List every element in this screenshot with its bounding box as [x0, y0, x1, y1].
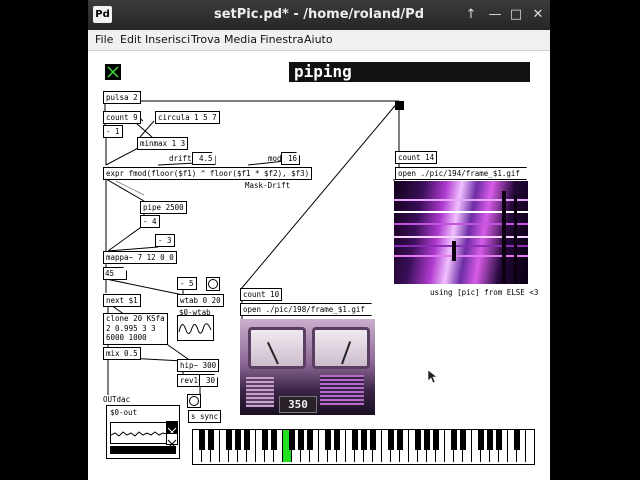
drift-label: drift [169, 154, 192, 163]
obj-hip[interactable]: hip~ 300 [177, 359, 220, 372]
obj-mappa[interactable]: mappa~ 7 12 0 0 [103, 251, 177, 264]
piano-black-key[interactable] [271, 430, 277, 450]
patch-canvas[interactable]: piping pulsa 2 count 9 circula 1 5 7 - 1… [88, 51, 550, 480]
title-bar[interactable]: Pd setPic.pd* - /home/roland/Pd ↑ — □ ✕ [88, 0, 550, 30]
mouse-cursor-icon [428, 370, 438, 384]
out-toggle-on[interactable] [166, 421, 178, 437]
obj-minmax[interactable]: minmax 1 3 [137, 137, 189, 150]
piano-black-key[interactable] [433, 430, 439, 450]
close-icon[interactable]: ✕ [530, 7, 546, 23]
piano-black-key[interactable] [424, 430, 430, 450]
pd-window: Pd setPic.pd* - /home/roland/Pd ↑ — □ ✕ … [88, 0, 550, 480]
obj-minus5[interactable]: - 5 [177, 277, 197, 290]
using-pic-comment: using [pic] from ELSE <3 [430, 288, 539, 297]
menu-inserisci[interactable]: Inserisci [145, 33, 190, 46]
piano-black-key[interactable] [487, 430, 493, 450]
x-mark-icon [107, 66, 119, 78]
piano-black-key[interactable] [199, 430, 205, 450]
menu-media[interactable]: Media [224, 33, 257, 46]
piano-black-key[interactable] [451, 430, 457, 450]
obj-pipe[interactable]: pipe 2500 [140, 201, 187, 214]
clone-line-1: clone 20 KSfa [106, 314, 165, 323]
obj-circula[interactable]: circula 1 5 7 [155, 111, 220, 124]
clone-line-3: 6000 1000 [106, 333, 147, 342]
menu-finestra[interactable]: Finestra [260, 33, 304, 46]
obj-expr[interactable]: expr fmod(floor($f1) ^ floor($f1 * $f2),… [103, 167, 313, 180]
menu-edit[interactable]: Edit [120, 33, 141, 46]
piano-black-key[interactable] [478, 430, 484, 450]
obj-wtab[interactable]: wtab 0 20 [177, 294, 224, 307]
msg-open194[interactable]: open ./pic/194/frame_$1.gif [395, 167, 527, 180]
drift-number[interactable]: 4.5 [192, 152, 216, 165]
obj-minus3[interactable]: - 3 [155, 234, 175, 247]
bang-block[interactable] [395, 101, 404, 110]
clone-line-2: 2 0.995 3 3 [106, 323, 156, 333]
menu-aiuto[interactable]: Aiuto [304, 33, 333, 46]
piano-black-key[interactable] [370, 430, 376, 450]
menu-trova[interactable]: Trova [191, 33, 220, 46]
mod-number[interactable]: 16 [281, 152, 300, 165]
piano-black-key[interactable] [298, 430, 304, 450]
mask-drift-label: Mask-Drift [245, 181, 291, 190]
meter-readout: 350 [279, 396, 317, 413]
piano-black-key[interactable] [361, 430, 367, 450]
bang-button[interactable] [206, 277, 220, 291]
rev1-number[interactable]: 30 [199, 374, 218, 387]
msg-open198[interactable]: open ./pic/198/frame_$1.gif [240, 303, 372, 316]
gauge-right [312, 327, 370, 369]
piano-black-key[interactable] [415, 430, 421, 450]
outdac-gop[interactable]: $0-out [106, 405, 180, 459]
obj-mix[interactable]: mix 0.5 [103, 347, 141, 360]
maximize-icon[interactable]: □ [508, 7, 524, 23]
obj-pulsa[interactable]: pulsa 2 [103, 91, 141, 104]
obj-count14[interactable]: count 14 [395, 151, 438, 164]
out-scope [110, 422, 168, 444]
piano-black-key[interactable] [514, 430, 520, 450]
obj-clone[interactable]: clone 20 KSfa 2 0.995 3 3 6000 1000 [103, 313, 168, 345]
mod-label: mod [268, 154, 282, 163]
sync-bang[interactable] [187, 394, 201, 408]
out-label: $0-out [110, 408, 138, 417]
obj-next[interactable]: next $1 [103, 294, 141, 307]
piano-black-key[interactable] [289, 430, 295, 450]
piano-keyboard[interactable] [192, 429, 535, 465]
toggle-x[interactable] [105, 64, 121, 80]
piano-black-key[interactable] [460, 430, 466, 450]
outdac-label: OUTdac [103, 395, 131, 404]
piano-black-key[interactable] [325, 430, 331, 450]
minimize-icon[interactable]: — [487, 7, 503, 23]
piano-black-key[interactable] [262, 430, 268, 450]
piano-black-key[interactable] [244, 430, 250, 450]
obj-count9[interactable]: count 9 [103, 111, 141, 124]
piano-black-key[interactable] [307, 430, 313, 450]
up-arrow-icon[interactable]: ↑ [463, 7, 479, 23]
number-45[interactable]: 45 [103, 267, 127, 280]
piano-black-key[interactable] [208, 430, 214, 450]
obj-ssync[interactable]: s sync [188, 410, 222, 423]
gauge-left [248, 327, 306, 369]
piano-black-key[interactable] [235, 430, 241, 450]
window-title: setPic.pd* - /home/roland/Pd [213, 7, 424, 22]
piano-black-key[interactable] [352, 430, 358, 450]
piano-black-key[interactable] [226, 430, 232, 450]
wtab-waveform [178, 323, 212, 334]
menu-file[interactable]: File [95, 33, 113, 46]
obj-count10[interactable]: count 10 [240, 288, 283, 301]
piano-black-key[interactable] [496, 430, 502, 450]
piano-black-key[interactable] [397, 430, 403, 450]
pic-194-image [394, 181, 528, 284]
out-level-bar [110, 446, 176, 454]
comment-piping: piping [289, 62, 530, 82]
out-toggle-off[interactable] [166, 433, 178, 449]
menu-bar: File Edit Inserisci Trova Media Finestra… [88, 30, 550, 51]
wtab-array[interactable] [177, 315, 214, 341]
figure-silhouette [452, 241, 456, 261]
piano-black-key[interactable] [388, 430, 394, 450]
piano-black-key[interactable] [334, 430, 340, 450]
obj-minus4[interactable]: - 4 [140, 215, 160, 228]
pic-198-image: 350 [240, 319, 375, 415]
obj-minus1[interactable]: - 1 [103, 125, 123, 138]
